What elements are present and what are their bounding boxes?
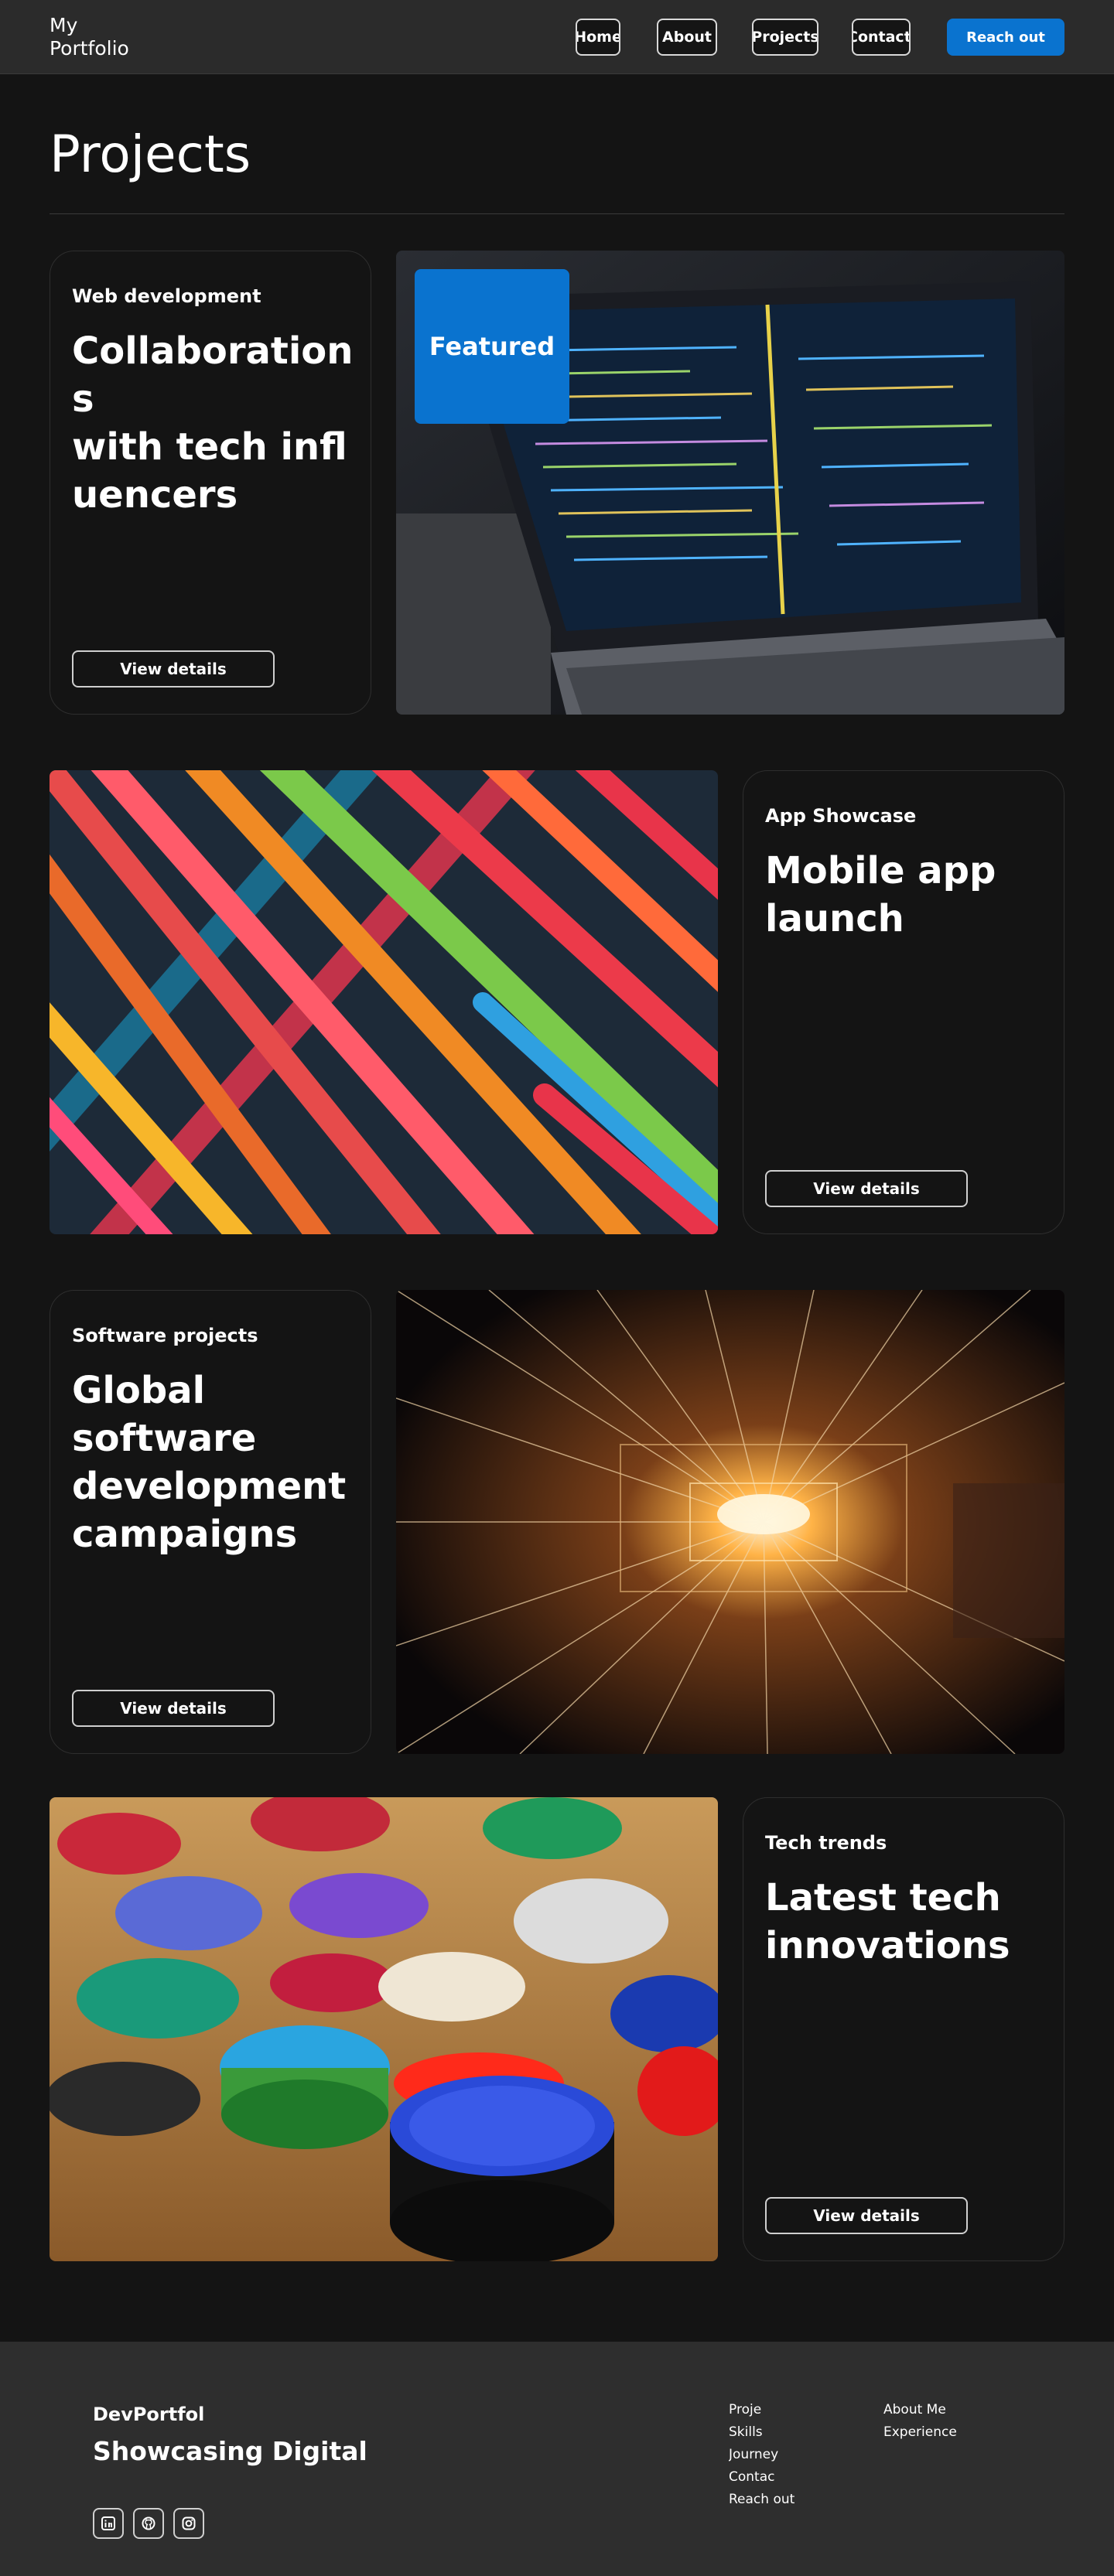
title-divider — [50, 213, 1064, 214]
project-card-software-projects: Software projects Global software develo… — [50, 1290, 371, 1754]
project-card-app-showcase: App Showcase Mobile app launch View deta… — [743, 770, 1064, 1234]
footer-link-contact[interactable]: Contac — [729, 2466, 794, 2489]
nav-projects-label: Projects — [752, 29, 818, 46]
nav-about-link[interactable]: About — [657, 19, 717, 56]
card-title: Global software development campaigns — [72, 1369, 347, 1556]
project-image-colorful-threads[interactable] — [50, 770, 718, 1234]
reach-out-button[interactable]: Reach out — [947, 19, 1064, 56]
view-details-button[interactable]: View details — [72, 650, 275, 688]
featured-badge: Featured — [415, 269, 569, 424]
page-title: Projects — [50, 125, 251, 184]
footer-link-journey[interactable]: Journey — [729, 2444, 794, 2466]
card-title: Mobile app launch — [765, 849, 996, 940]
instagram-icon[interactable] — [173, 2508, 204, 2539]
card-category: Web development — [72, 285, 261, 307]
card-title: Collaborations with tech influencers — [72, 329, 354, 517]
project-card-web-development: Web development Collaborations with tech… — [50, 251, 371, 715]
footer-link-experience[interactable]: Experience — [883, 2421, 957, 2444]
footer-link-projects[interactable]: Proje — [729, 2399, 794, 2421]
footer-links-column-2: About Me Experience — [883, 2399, 957, 2444]
card-category: App Showcase — [765, 805, 917, 827]
view-details-button[interactable]: View details — [765, 1170, 968, 1207]
linkedin-icon[interactable] — [93, 2508, 124, 2539]
site-footer: DevPortfol Showcasing Digital Proje Skil… — [0, 2342, 1114, 2576]
top-navbar: My Portfolio Home About Projects Contact… — [0, 0, 1114, 74]
footer-links-column-1: Proje Skills Journey Contac Reach out — [729, 2399, 794, 2511]
nav-home-link[interactable]: Home — [576, 19, 620, 56]
site-brand[interactable]: My Portfolio — [50, 14, 204, 60]
footer-link-about-me[interactable]: About Me — [883, 2399, 957, 2421]
footer-link-reach-out[interactable]: Reach out — [729, 2489, 794, 2511]
project-image-light-tunnel[interactable] — [396, 1290, 1064, 1754]
project-image-laptop-code[interactable]: Featured — [396, 251, 1064, 715]
nav-home-label: Home — [576, 29, 620, 46]
card-category: Tech trends — [765, 1832, 887, 1854]
nav-contact-label: Contact Me — [852, 29, 911, 46]
view-details-button[interactable]: View details — [72, 1690, 275, 1727]
nav-about-label: About — [662, 29, 712, 46]
footer-brand: DevPortfol — [93, 2404, 205, 2425]
project-card-tech-trends: Tech trends Latest tech innovations View… — [743, 1797, 1064, 2261]
footer-link-skills[interactable]: Skills — [729, 2421, 794, 2444]
nav-projects-link[interactable]: Projects — [752, 19, 818, 56]
card-category: Software projects — [72, 1325, 258, 1346]
project-image-bottle-caps[interactable] — [50, 1797, 718, 2261]
view-details-button[interactable]: View details — [765, 2197, 968, 2234]
nav-contact-link[interactable]: Contact Me — [852, 19, 911, 56]
github-icon[interactable] — [133, 2508, 164, 2539]
footer-tagline: Showcasing Digital — [93, 2436, 367, 2466]
card-title: Latest tech innovations — [765, 1876, 1010, 1967]
